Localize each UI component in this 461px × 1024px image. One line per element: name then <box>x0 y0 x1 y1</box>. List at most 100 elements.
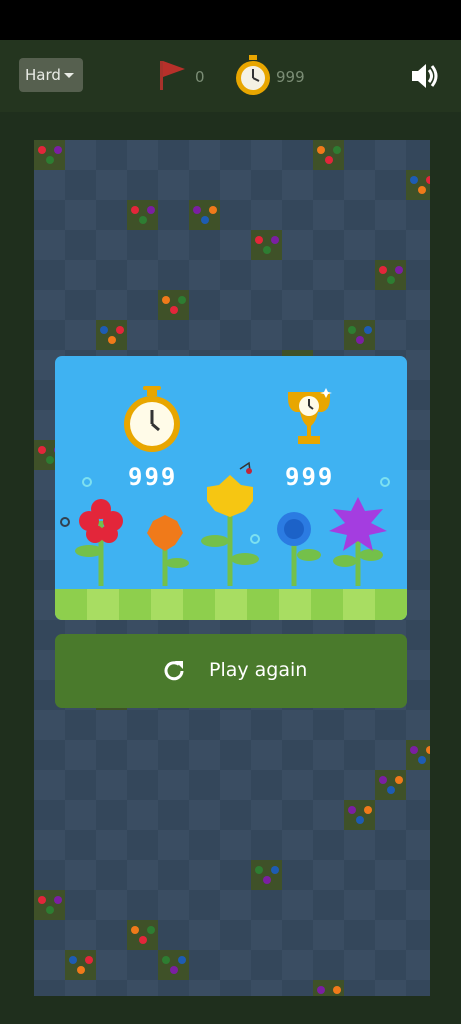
hidden-tile[interactable] <box>158 320 189 350</box>
hidden-tile[interactable] <box>127 260 158 290</box>
hidden-tile[interactable] <box>251 200 282 230</box>
hidden-tile[interactable] <box>344 230 375 260</box>
hidden-tile[interactable] <box>127 830 158 860</box>
hidden-tile[interactable] <box>65 740 96 770</box>
hidden-tile[interactable] <box>96 290 127 320</box>
hidden-tile[interactable] <box>220 140 251 170</box>
hidden-tile[interactable] <box>375 230 406 260</box>
hidden-tile[interactable] <box>406 890 430 920</box>
hidden-tile[interactable] <box>65 290 96 320</box>
hidden-tile[interactable] <box>406 710 430 740</box>
hidden-tile[interactable] <box>375 170 406 200</box>
hidden-tile[interactable] <box>406 260 430 290</box>
hidden-tile[interactable] <box>375 200 406 230</box>
hidden-tile[interactable] <box>344 260 375 290</box>
hidden-tile[interactable] <box>282 320 313 350</box>
hidden-tile[interactable] <box>96 740 127 770</box>
hidden-tile[interactable] <box>313 800 344 830</box>
hidden-tile[interactable] <box>158 890 189 920</box>
hidden-tile[interactable] <box>220 170 251 200</box>
hidden-tile[interactable] <box>127 950 158 980</box>
hidden-tile[interactable] <box>344 710 375 740</box>
hidden-tile[interactable] <box>189 950 220 980</box>
hidden-tile[interactable] <box>158 230 189 260</box>
hidden-tile[interactable] <box>282 770 313 800</box>
hidden-tile[interactable] <box>127 770 158 800</box>
hidden-tile[interactable] <box>313 890 344 920</box>
hidden-tile[interactable] <box>34 740 65 770</box>
revealed-tile[interactable] <box>34 140 65 170</box>
hidden-tile[interactable] <box>96 170 127 200</box>
hidden-tile[interactable] <box>406 830 430 860</box>
hidden-tile[interactable] <box>34 320 65 350</box>
hidden-tile[interactable] <box>313 320 344 350</box>
hidden-tile[interactable] <box>282 830 313 860</box>
hidden-tile[interactable] <box>406 680 430 710</box>
hidden-tile[interactable] <box>375 920 406 950</box>
hidden-tile[interactable] <box>65 140 96 170</box>
hidden-tile[interactable] <box>158 800 189 830</box>
hidden-tile[interactable] <box>406 620 430 650</box>
hidden-tile[interactable] <box>158 260 189 290</box>
revealed-tile[interactable] <box>127 200 158 230</box>
hidden-tile[interactable] <box>406 500 430 530</box>
hidden-tile[interactable] <box>282 200 313 230</box>
hidden-tile[interactable] <box>96 710 127 740</box>
hidden-tile[interactable] <box>406 140 430 170</box>
hidden-tile[interactable] <box>158 860 189 890</box>
hidden-tile[interactable] <box>344 980 375 996</box>
hidden-tile[interactable] <box>65 800 96 830</box>
hidden-tile[interactable] <box>375 950 406 980</box>
revealed-tile[interactable] <box>65 950 96 980</box>
hidden-tile[interactable] <box>251 800 282 830</box>
revealed-tile[interactable] <box>313 980 344 996</box>
hidden-tile[interactable] <box>189 830 220 860</box>
hidden-tile[interactable] <box>65 260 96 290</box>
hidden-tile[interactable] <box>158 170 189 200</box>
hidden-tile[interactable] <box>251 890 282 920</box>
hidden-tile[interactable] <box>344 740 375 770</box>
hidden-tile[interactable] <box>406 860 430 890</box>
hidden-tile[interactable] <box>127 710 158 740</box>
revealed-tile[interactable] <box>158 950 189 980</box>
hidden-tile[interactable] <box>127 170 158 200</box>
hidden-tile[interactable] <box>34 770 65 800</box>
hidden-tile[interactable] <box>313 170 344 200</box>
hidden-tile[interactable] <box>220 740 251 770</box>
hidden-tile[interactable] <box>375 800 406 830</box>
hidden-tile[interactable] <box>158 740 189 770</box>
hidden-tile[interactable] <box>34 260 65 290</box>
hidden-tile[interactable] <box>96 950 127 980</box>
hidden-tile[interactable] <box>65 890 96 920</box>
hidden-tile[interactable] <box>189 890 220 920</box>
revealed-tile[interactable] <box>375 260 406 290</box>
hidden-tile[interactable] <box>189 980 220 996</box>
hidden-tile[interactable] <box>65 710 96 740</box>
hidden-tile[interactable] <box>406 590 430 620</box>
hidden-tile[interactable] <box>158 830 189 860</box>
hidden-tile[interactable] <box>127 800 158 830</box>
hidden-tile[interactable] <box>375 980 406 996</box>
revealed-tile[interactable] <box>127 920 158 950</box>
hidden-tile[interactable] <box>220 890 251 920</box>
hidden-tile[interactable] <box>406 350 430 380</box>
hidden-tile[interactable] <box>406 410 430 440</box>
hidden-tile[interactable] <box>220 230 251 260</box>
hidden-tile[interactable] <box>282 890 313 920</box>
hidden-tile[interactable] <box>344 140 375 170</box>
hidden-tile[interactable] <box>251 950 282 980</box>
hidden-tile[interactable] <box>251 170 282 200</box>
hidden-tile[interactable] <box>158 920 189 950</box>
hidden-tile[interactable] <box>313 830 344 860</box>
hidden-tile[interactable] <box>189 740 220 770</box>
hidden-tile[interactable] <box>282 950 313 980</box>
hidden-tile[interactable] <box>189 920 220 950</box>
hidden-tile[interactable] <box>34 170 65 200</box>
hidden-tile[interactable] <box>96 230 127 260</box>
hidden-tile[interactable] <box>375 830 406 860</box>
hidden-tile[interactable] <box>406 770 430 800</box>
hidden-tile[interactable] <box>65 230 96 260</box>
revealed-tile[interactable] <box>375 770 406 800</box>
hidden-tile[interactable] <box>375 290 406 320</box>
hidden-tile[interactable] <box>313 200 344 230</box>
